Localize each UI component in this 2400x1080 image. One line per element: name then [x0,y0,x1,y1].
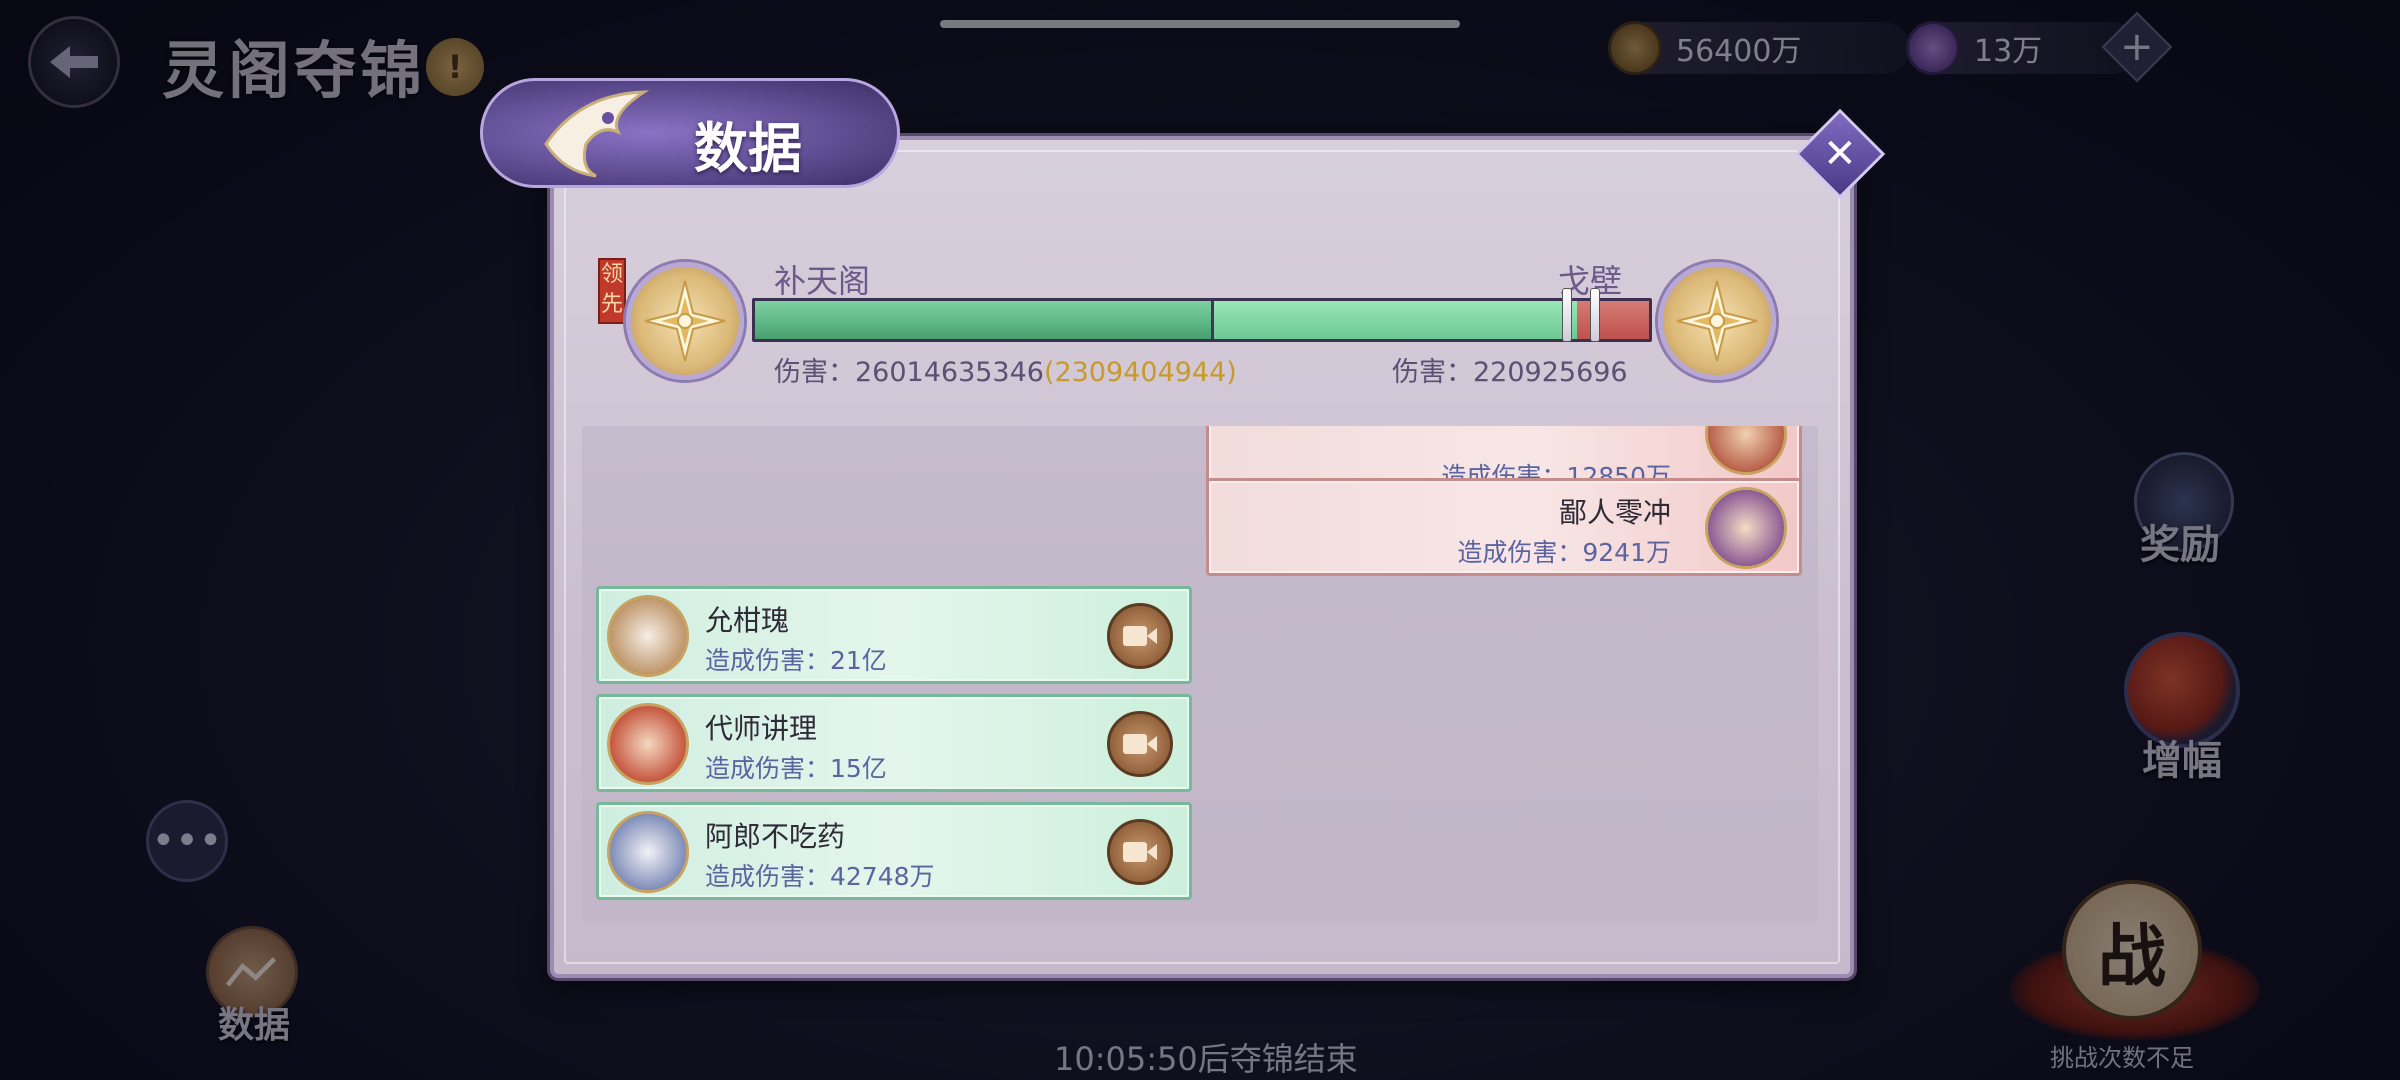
bar-divider [1211,301,1214,339]
sword-marker-icon [1562,288,1572,342]
player-list[interactable]: 造成伤害：12850万 鄙人零冲 造成伤害：9241万 允柑瑰 造成伤害：21亿… [582,426,1818,922]
compass-star-icon [644,280,726,362]
player-damage: 造成伤害：9241万 [1457,538,1671,567]
replay-button[interactable] [1107,819,1173,885]
bird-emblem-icon [544,90,650,178]
video-camera-icon [1123,842,1157,862]
player-damage: 造成伤害：21亿 [705,646,887,675]
enemy-player-card: 鄙人零冲 造成伤害：9241万 [1206,478,1802,576]
compass-star-icon [1676,280,1758,362]
player-name: 阿郎不吃药 [705,820,846,853]
bar-enemy-fill [1577,301,1649,339]
player-damage: 造成伤害：42748万 [705,862,935,891]
sword-marker-icon [1590,288,1600,342]
team-left-damage: 伤害：26014635346(2309404944) [774,350,1237,389]
team-left-emblem [626,262,744,380]
damage-prefix: 伤害： [774,357,855,388]
avatar [607,595,689,677]
ally-player-card: 允柑瑰 造成伤害：21亿 [596,586,1192,684]
damage-value: 26014635346 [855,357,1044,388]
avatar [607,811,689,893]
bar-ally-fill-dark [755,301,1213,339]
player-name: 代师讲理 [705,712,818,745]
video-camera-icon [1123,734,1157,754]
team-left-name: 补天阁 [774,262,871,300]
damage-bonus: (2309404944) [1043,357,1237,388]
bar-ally-fill-light [1213,301,1583,339]
team-right-damage: 伤害：220925696 [1392,357,1628,388]
player-damage: 造成伤害：15亿 [705,754,887,783]
avatar [1705,487,1787,569]
ally-player-card: 代师讲理 造成伤害：15亿 [596,694,1192,792]
replay-button[interactable] [1107,711,1173,777]
avatar [607,703,689,785]
team-right-emblem [1658,262,1776,380]
player-name: 允柑瑰 [705,604,790,637]
leading-badge: 领先 [598,258,626,324]
replay-button[interactable] [1107,603,1173,669]
dialog-title: 数据 [694,116,802,180]
ally-player-card: 阿郎不吃药 造成伤害：42748万 [596,802,1192,900]
close-icon: ✕ [1823,130,1857,177]
avatar [1705,426,1787,475]
video-camera-icon [1123,626,1157,646]
player-name: 鄙人零冲 [1558,496,1671,529]
damage-comparison-bar [752,298,1652,342]
